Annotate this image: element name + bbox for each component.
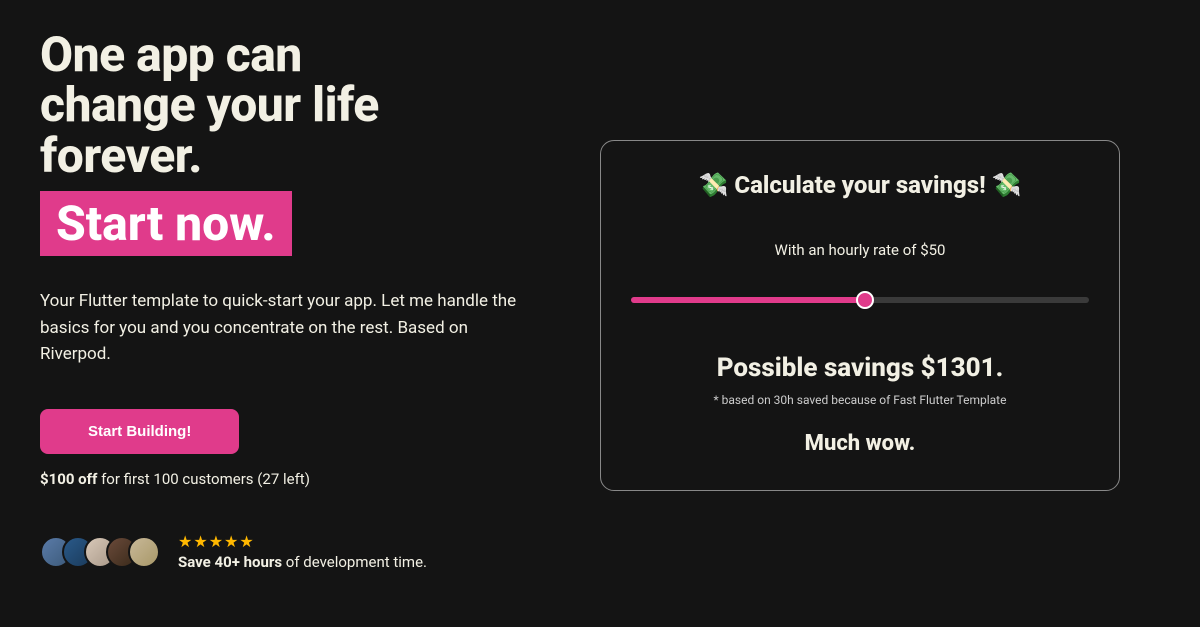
avatar-stack: [40, 536, 160, 568]
slider-fill: [631, 297, 865, 303]
headline-line2: change your life: [40, 76, 379, 133]
savings-value: $1301.: [921, 353, 1004, 383]
wow-text: Much wow.: [631, 431, 1089, 456]
rate-prefix: With an hourly rate of: [775, 241, 921, 259]
rate-value: $50: [920, 241, 945, 259]
calculator-title: 💸 Calculate your savings! 💸: [631, 171, 1089, 199]
savings-prefix: Possible savings: [717, 353, 921, 383]
hero-highlight: Start now.: [40, 191, 292, 256]
hourly-rate-label: With an hourly rate of $50: [631, 241, 1089, 259]
headline-line3: forever.: [40, 127, 202, 184]
hero-headline: One app can change your life forever.: [40, 30, 560, 181]
avatar: [128, 536, 160, 568]
hero-description: Your Flutter template to quick-start you…: [40, 288, 540, 367]
savings-calculator-card: 💸 Calculate your savings! 💸 With an hour…: [600, 140, 1120, 491]
promo-rest: for first 100 customers (27 left): [97, 470, 310, 488]
savings-footnote: * based on 30h saved because of Fast Flu…: [631, 393, 1089, 407]
headline-line1: One app can: [40, 26, 302, 83]
slider-thumb[interactable]: [856, 291, 874, 309]
start-building-button[interactable]: Start Building!: [40, 409, 239, 454]
social-proof: ★★★★★ Save 40+ hours of development time…: [40, 532, 560, 571]
star-rating-icon: ★★★★★: [178, 532, 427, 551]
social-bold: Save 40+ hours: [178, 553, 282, 571]
social-rest: of development time.: [282, 553, 427, 571]
possible-savings: Possible savings $1301.: [631, 353, 1089, 383]
social-text: ★★★★★ Save 40+ hours of development time…: [178, 532, 427, 571]
promo-text: $100 off for first 100 customers (27 lef…: [40, 470, 560, 488]
promo-bold: $100 off: [40, 470, 97, 488]
rate-slider[interactable]: [631, 291, 1089, 309]
